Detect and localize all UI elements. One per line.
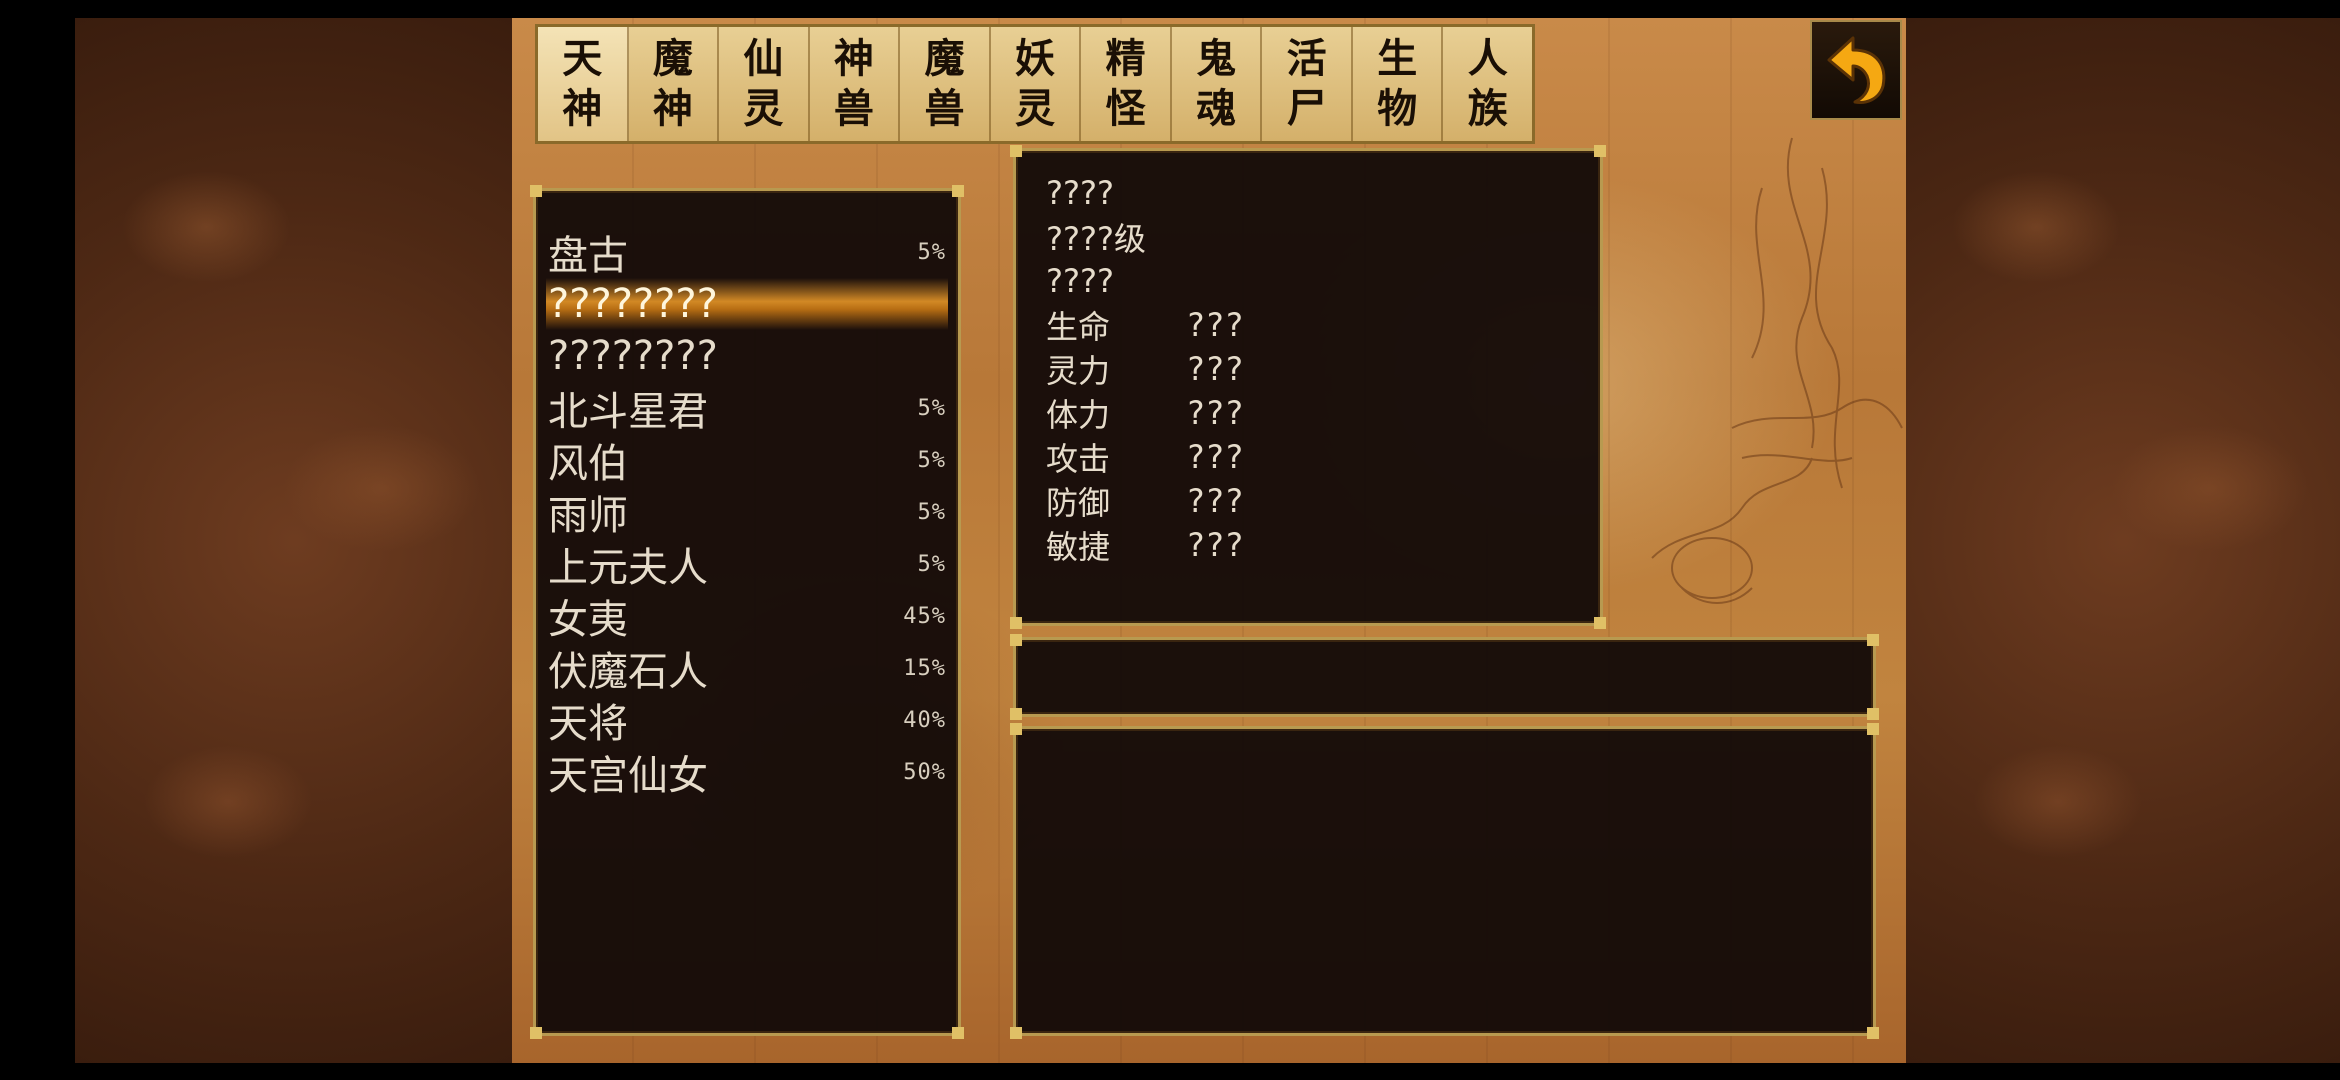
creature-list-panel: 盘古 5%???????????????? 北斗星君 5% 风伯 5% 雨师 5% 上元夫人 5%… xyxy=(530,185,964,1039)
back-arrow-icon xyxy=(1827,36,1886,104)
tab-0[interactable]: 天神 xyxy=(538,27,629,141)
tab-label-bottom: 物 xyxy=(1377,85,1418,132)
list-item[interactable]: 天宫仙女 50% xyxy=(546,746,948,799)
list-item-name: 天宫仙女 xyxy=(548,753,708,799)
tab-label-bottom: 尸 xyxy=(1286,85,1327,132)
list-item-name: 天将 xyxy=(548,701,628,747)
creature-list: 盘古 5%???????????????? 北斗星君 5% 风伯 5% 雨师 5% 上元夫人 5%… xyxy=(546,226,948,799)
stat-value: ??? xyxy=(1186,482,1244,520)
stat-label: 体力 xyxy=(1046,396,1111,434)
list-item[interactable]: 天将 40% xyxy=(546,694,948,747)
list-item-name: ???????? xyxy=(548,281,718,327)
tab-label-top: 魔 xyxy=(652,35,693,82)
stat-value: ??? xyxy=(1186,438,1244,476)
list-item-percent: 50% xyxy=(903,759,946,785)
list-item-name: 北斗星君 xyxy=(548,389,708,435)
stat-value: ??? xyxy=(1186,306,1244,344)
tab-label-top: 天 xyxy=(562,35,603,82)
list-item-percent: 15% xyxy=(903,655,946,681)
tab-label-bottom: 神 xyxy=(562,85,603,132)
list-item-name: ???????? xyxy=(548,333,718,379)
tab-label-top: 精 xyxy=(1105,35,1146,82)
tab-label-bottom: 兽 xyxy=(833,85,874,132)
tab-label-bottom: 兽 xyxy=(924,85,965,132)
back-button[interactable] xyxy=(1810,20,1902,120)
tab-label-bottom: 魂 xyxy=(1196,85,1237,132)
stat-label: 防御 xyxy=(1046,484,1111,522)
tab-10[interactable]: 人族 xyxy=(1443,27,1532,141)
list-item-percent: 5% xyxy=(917,447,946,473)
deity-illustration xyxy=(1651,137,1903,604)
stat-row: 灵力??? xyxy=(1046,347,1580,391)
tab-2[interactable]: 仙灵 xyxy=(719,27,810,141)
stats-panel: ???? ????级 ???? 生命??? 灵力??? 体力??? 攻击??? 防御??… xyxy=(1010,145,1606,629)
stat-value: ??? xyxy=(1186,350,1244,388)
stat-label: 敏捷 xyxy=(1046,528,1111,566)
left-ornament-background xyxy=(75,18,513,1063)
tab-label-top: 鬼 xyxy=(1196,35,1237,82)
stat-type: ???? xyxy=(1046,262,1114,300)
list-item[interactable]: 雨师 5% xyxy=(546,486,948,539)
stat-name: ???? xyxy=(1046,174,1114,212)
tab-3[interactable]: 神兽 xyxy=(810,27,901,141)
tab-label-bottom: 神 xyxy=(652,85,693,132)
list-item[interactable]: 风伯 5% xyxy=(546,434,948,487)
tab-6[interactable]: 精怪 xyxy=(1081,27,1172,141)
list-item[interactable]: 北斗星君 5% xyxy=(546,382,948,435)
tab-label-bottom: 怪 xyxy=(1105,85,1146,132)
tab-7[interactable]: 鬼魂 xyxy=(1172,27,1263,141)
tab-label-top: 人 xyxy=(1467,35,1508,82)
list-item-name: 上元夫人 xyxy=(548,545,708,591)
description-panel xyxy=(1010,723,1879,1039)
list-item-name: 伏魔石人 xyxy=(548,649,708,695)
tab-label-top: 妖 xyxy=(1015,35,1055,82)
tab-5[interactable]: 妖灵 xyxy=(991,27,1082,141)
info-bar-panel xyxy=(1010,634,1879,720)
stat-level: ????级 xyxy=(1046,220,1146,258)
list-item-name: 盘古 xyxy=(548,233,628,279)
stat-label: 生命 xyxy=(1046,308,1111,346)
stat-label: 灵力 xyxy=(1046,352,1111,390)
stat-row: 生命??? xyxy=(1046,303,1580,347)
list-item[interactable]: ???????? xyxy=(546,330,948,382)
category-tab-bar: 天神魔神仙灵神兽魔兽妖灵精怪鬼魂活尸生物人族 xyxy=(535,24,1535,144)
tab-label-bottom: 灵 xyxy=(1015,85,1055,132)
tab-label-bottom: 灵 xyxy=(743,85,784,132)
list-item-percent: 5% xyxy=(917,395,946,421)
tab-label-top: 仙 xyxy=(743,35,784,82)
list-item-name: 风伯 xyxy=(548,441,628,487)
list-item-percent: 40% xyxy=(903,707,946,733)
tab-8[interactable]: 活尸 xyxy=(1262,27,1353,141)
stat-value: ??? xyxy=(1186,526,1244,564)
list-item-name: 女夷 xyxy=(548,597,628,643)
right-ornament-background xyxy=(1906,18,2340,1063)
list-item-percent: 45% xyxy=(903,603,946,629)
tab-label-top: 神 xyxy=(833,35,874,82)
list-item[interactable]: 盘古 5% xyxy=(546,226,948,279)
tab-label-top: 活 xyxy=(1286,35,1327,82)
tab-label-top: 魔 xyxy=(924,35,965,82)
list-item[interactable]: 伏魔石人 15% xyxy=(546,642,948,695)
tab-4[interactable]: 魔兽 xyxy=(900,27,991,141)
list-item[interactable]: 女夷 45% xyxy=(546,590,948,643)
list-item-percent: 5% xyxy=(917,551,946,577)
stat-label: 攻击 xyxy=(1046,440,1111,478)
list-item[interactable]: 上元夫人 5% xyxy=(546,538,948,591)
tab-label-top: 生 xyxy=(1377,35,1418,82)
list-item-name: 雨师 xyxy=(548,493,628,539)
list-item-percent: 5% xyxy=(917,239,946,265)
tab-9[interactable]: 生物 xyxy=(1353,27,1444,141)
list-item-percent: 5% xyxy=(917,499,946,525)
stat-row: 体力??? xyxy=(1046,391,1580,435)
stat-row: 敏捷??? xyxy=(1046,523,1580,567)
stat-value: ??? xyxy=(1186,394,1244,432)
list-item[interactable]: ???????? xyxy=(546,278,948,330)
stat-row: 攻击??? xyxy=(1046,435,1580,479)
tab-1[interactable]: 魔神 xyxy=(629,27,720,141)
stat-row: 防御??? xyxy=(1046,479,1580,523)
tab-label-bottom: 族 xyxy=(1467,85,1508,132)
